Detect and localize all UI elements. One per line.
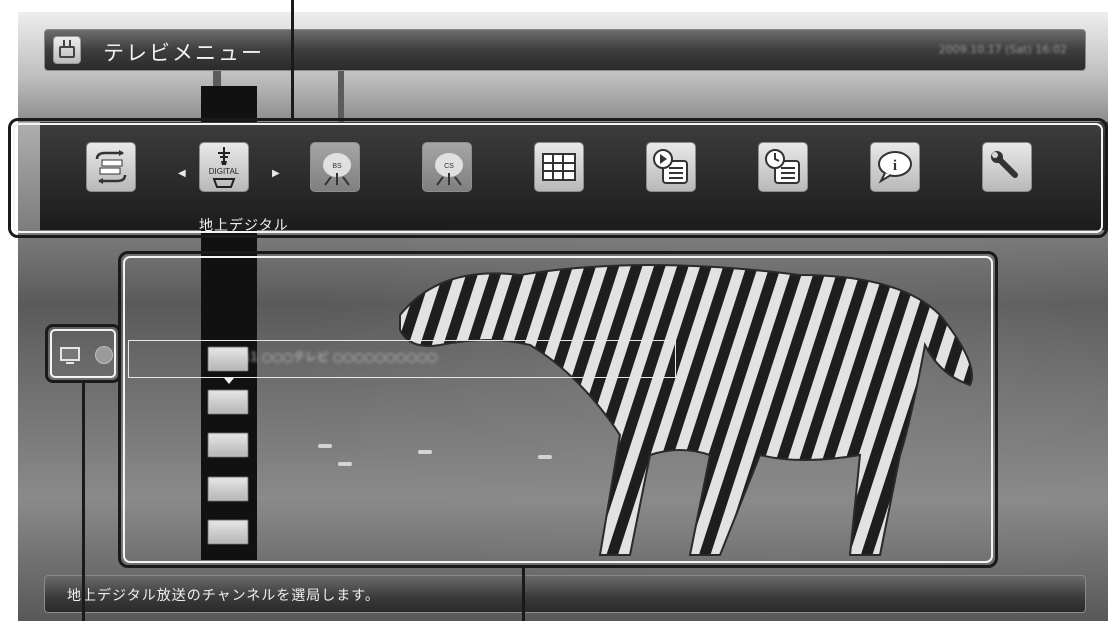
svg-text:BS: BS — [332, 163, 342, 170]
broadcast-switch-icon — [95, 150, 127, 184]
bs-satellite-icon: BS — [323, 153, 351, 186]
title-bar: テレビメニュー 2009.10.17 (Sat) 16:02 — [44, 29, 1086, 71]
clock-list-icon — [765, 149, 800, 184]
menu-item-recorded-playback[interactable] — [646, 142, 696, 192]
channel-thumbnail[interactable] — [208, 390, 248, 414]
status-message: 地上デジタル放送のチャンネルを選局します。 — [67, 588, 380, 604]
menu-item-program-guide[interactable] — [534, 142, 584, 192]
menu-item-cs[interactable]: CS — [422, 137, 475, 192]
status-dot-icon — [95, 346, 113, 364]
menu-item-settings[interactable] — [982, 142, 1032, 192]
callout-leader-line — [522, 566, 525, 621]
grid-guide-icon — [542, 153, 576, 181]
channel-thumbnail[interactable] — [208, 477, 248, 501]
top-menu-bar: ◀ DIGITAL ▶ BS CS i 地上デジタル — [40, 122, 1108, 234]
selected-menu-label: 地上デジタル — [199, 218, 289, 234]
svg-text:i: i — [893, 158, 897, 174]
background-tree — [338, 62, 344, 122]
callout-leader-line — [82, 383, 85, 621]
zebra-image — [399, 264, 973, 556]
svg-text:CS: CS — [444, 163, 454, 170]
menu-item-bs[interactable]: BS — [310, 137, 363, 192]
status-bar: 地上デジタル放送のチャンネルを選局します。 — [44, 575, 1086, 613]
callout-leader-line — [291, 0, 294, 120]
channel-thumbnail[interactable] — [208, 520, 248, 544]
pc-monitor-icon — [60, 347, 80, 364]
menu-right-arrow-icon[interactable]: ▶ — [272, 168, 280, 179]
datetime-display: 2009.10.17 (Sat) 16:02 — [938, 43, 1067, 56]
cs-satellite-icon: CS — [435, 153, 463, 186]
wrench-icon — [991, 151, 1018, 178]
menu-item-digital-terrestrial[interactable]: DIGITAL — [199, 137, 252, 192]
tv-icon — [53, 36, 81, 64]
page-title: テレビメニュー — [103, 41, 264, 65]
caret-down-icon — [224, 378, 234, 384]
background-detail — [318, 444, 332, 448]
digital-terrestrial-icon: DIGITAL — [209, 147, 240, 188]
background-detail — [338, 462, 352, 466]
channel-thumbnail[interactable] — [208, 347, 248, 371]
svg-text:DIGITAL: DIGITAL — [209, 167, 240, 176]
menu-item-information[interactable]: i — [870, 142, 920, 192]
info-bubble-icon: i — [878, 151, 912, 184]
play-list-icon — [653, 149, 688, 184]
menu-item-reservation-list[interactable] — [758, 142, 808, 192]
channel-row-text: 011 ○○○テレビ ○○○○○○○○○○ — [235, 350, 438, 364]
menu-item-broadcast-switch[interactable] — [86, 142, 136, 192]
menu-left-arrow-icon[interactable]: ◀ — [178, 168, 186, 179]
channel-thumbnail[interactable] — [208, 433, 248, 457]
